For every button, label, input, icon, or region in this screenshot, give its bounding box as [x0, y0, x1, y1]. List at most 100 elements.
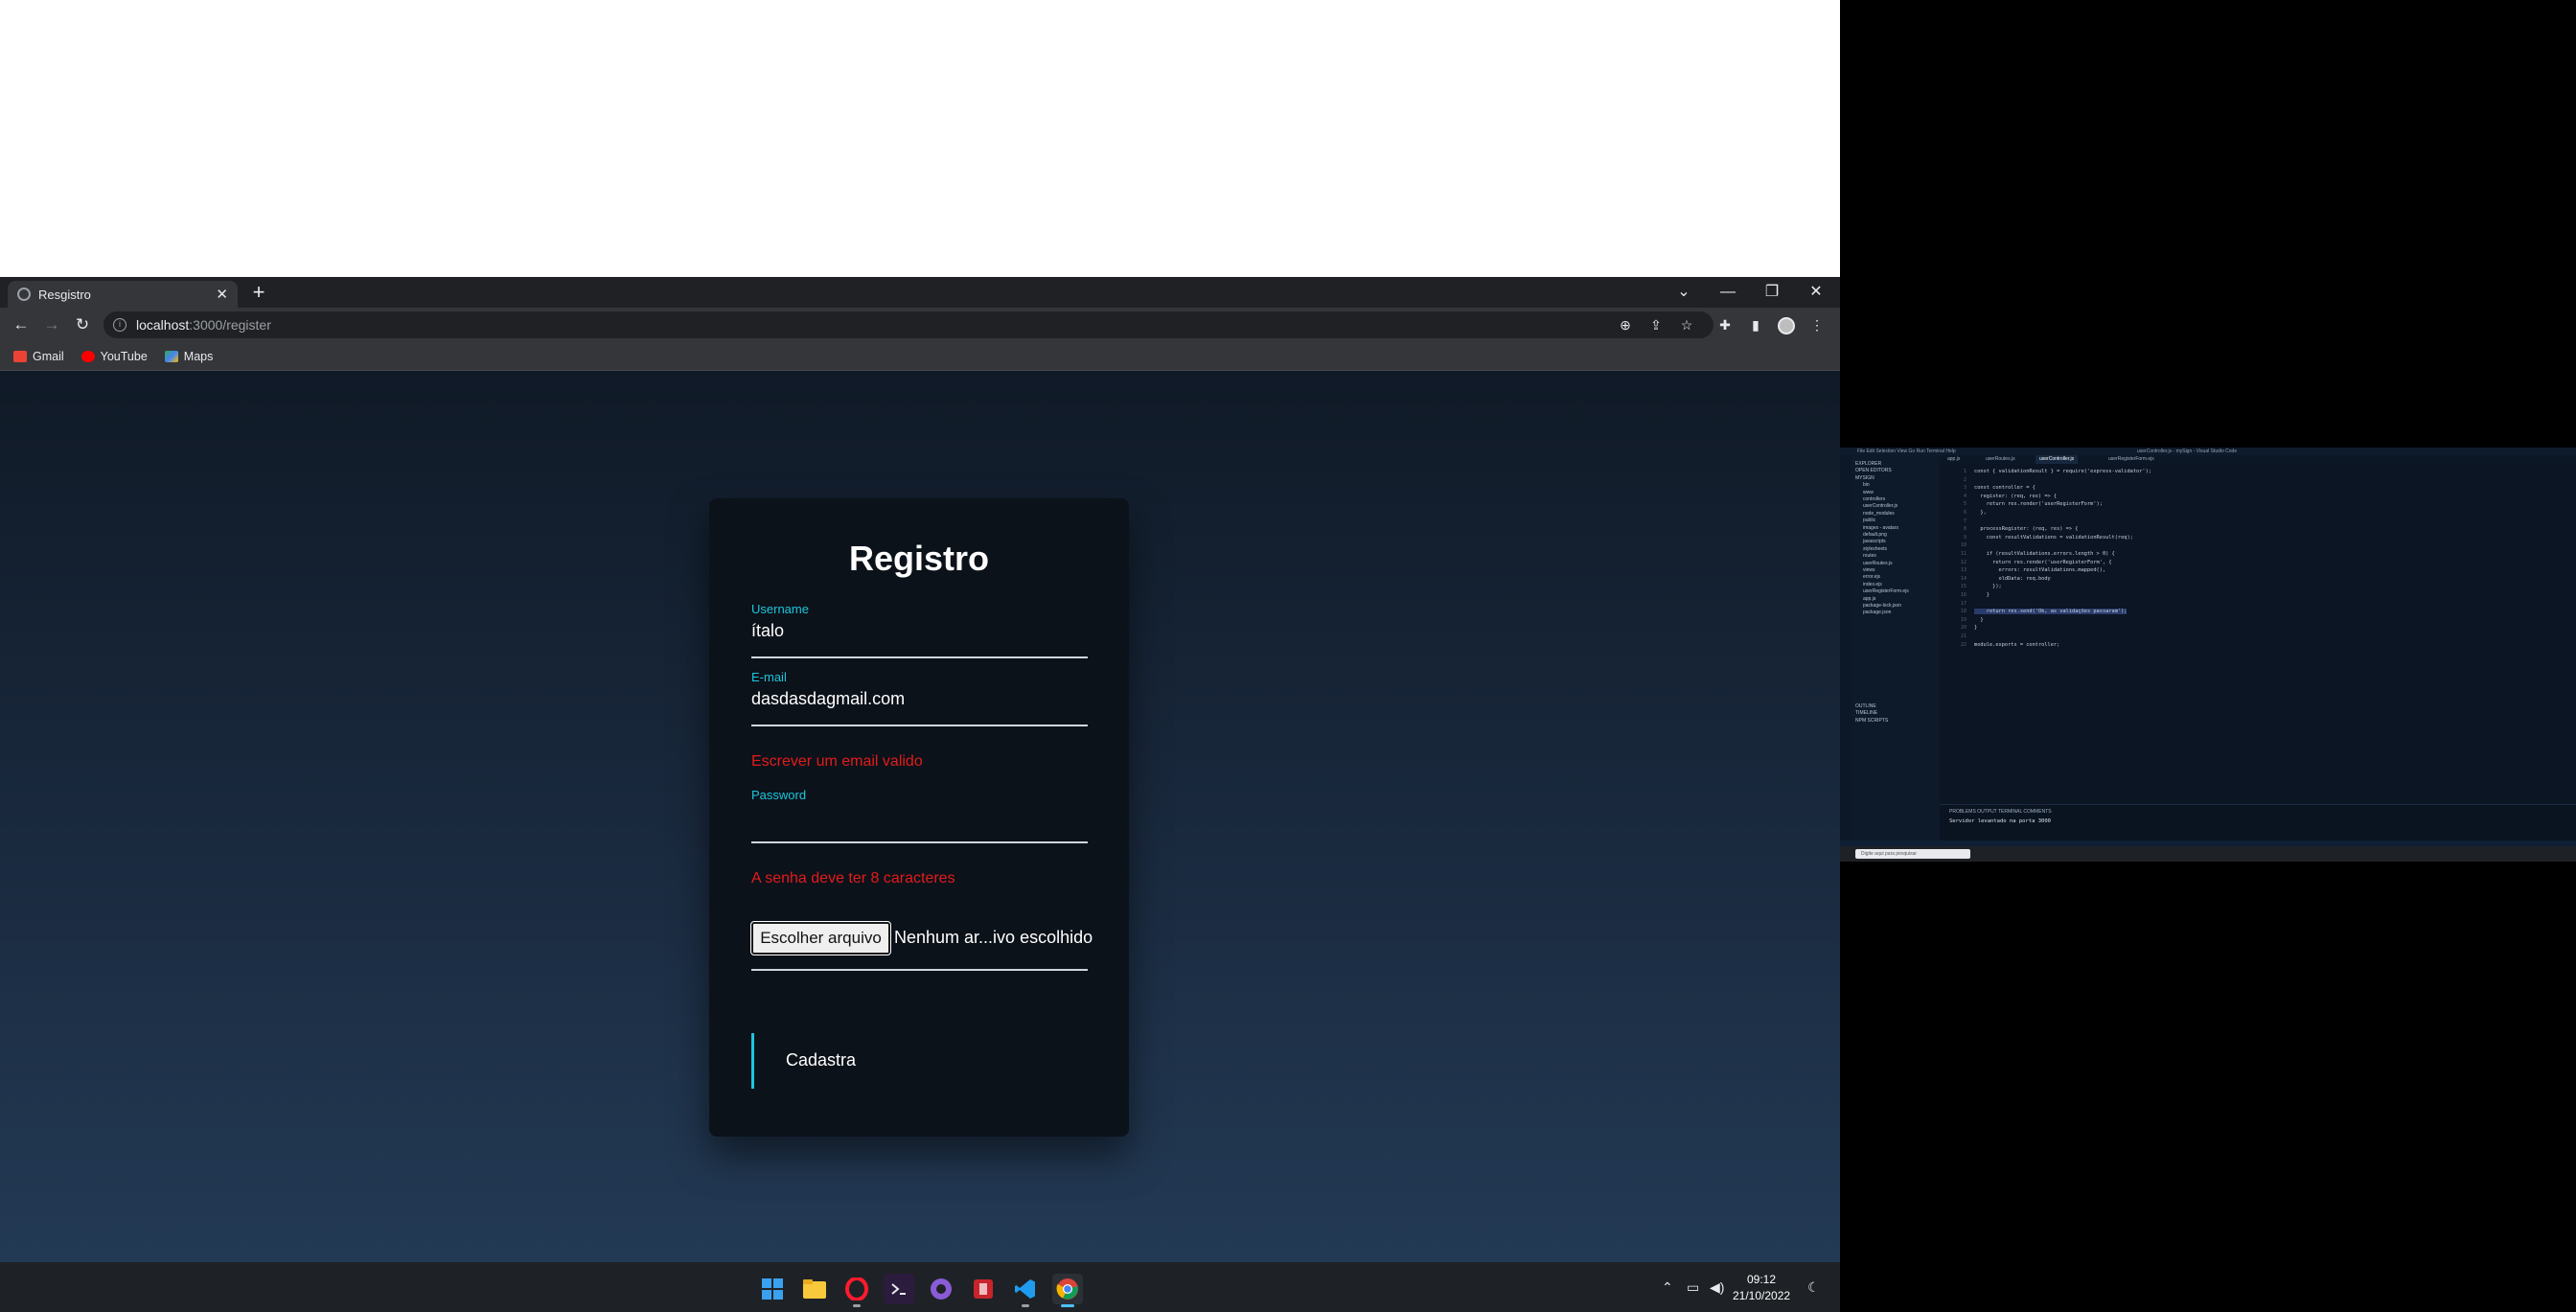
- code-line: return res.render('userRegisterForm', {: [1974, 559, 2112, 565]
- line-number: 6: [1963, 510, 1966, 516]
- line-number: 9: [1963, 534, 1966, 541]
- secondary-taskbar: Digite aqui para pesquisar: [1840, 846, 2576, 862]
- password-error: A senha deve ter 8 caracteres: [751, 870, 955, 886]
- choose-file-button[interactable]: Escolher arquivo: [750, 921, 891, 955]
- youtube-icon: [80, 350, 95, 362]
- line-number: 8: [1963, 526, 1966, 533]
- line-number: 7: [1963, 518, 1966, 524]
- vscode-editor[interactable]: 1 const { validationResult } = require('e…: [1840, 448, 2576, 840]
- url-host: localhost: [136, 317, 190, 333]
- email-label: E-mail: [751, 670, 787, 684]
- code-line: const { validationResult } = require('ex…: [1974, 469, 2151, 474]
- username-label: Username: [751, 602, 809, 616]
- restore-button[interactable]: ❐: [1750, 279, 1794, 306]
- tray-overflow-icon[interactable]: ⌃: [1662, 1279, 1673, 1296]
- code-line: register: (req, res) => {: [1974, 493, 2058, 499]
- clock-date: 21/10/2022: [1733, 1289, 1791, 1302]
- password-underline: [751, 841, 1088, 843]
- code-line: oldData: req.body: [1974, 575, 2051, 582]
- code-line: const resultValidations = validationResu…: [1974, 534, 2133, 541]
- email-underline: [751, 725, 1088, 726]
- line-number: 21: [1960, 633, 1966, 639]
- bookmark-youtube[interactable]: YouTube: [80, 349, 148, 363]
- tab-title: Resgistro: [38, 287, 91, 302]
- code-line: return res.render('userRegisterForm');: [1974, 501, 2103, 508]
- email-input[interactable]: dasdasdagmail.com: [751, 689, 905, 709]
- extensions-icon[interactable]: ✚: [1715, 315, 1735, 334]
- side-panel-icon[interactable]: ▮: [1746, 315, 1765, 334]
- submit-button[interactable]: Cadastra: [786, 1050, 856, 1070]
- bookmark-label: Maps: [183, 349, 214, 363]
- opera-icon[interactable]: [841, 1274, 872, 1307]
- password-label: Password: [751, 788, 807, 802]
- red-app-icon[interactable]: [968, 1274, 999, 1304]
- line-number: 5: [1963, 501, 1966, 508]
- github-desktop-icon[interactable]: [926, 1274, 956, 1304]
- notifications-icon[interactable]: ☾: [1807, 1279, 1820, 1296]
- share-icon[interactable]: ⇪: [1646, 315, 1666, 334]
- line-number: 12: [1960, 559, 1966, 565]
- file-explorer-icon[interactable]: [799, 1274, 830, 1304]
- vscode-icon[interactable]: [1010, 1274, 1041, 1307]
- line-number: 1: [1963, 469, 1966, 474]
- back-button[interactable]: ←: [10, 313, 33, 336]
- tab-search-icon[interactable]: ⌄: [1662, 279, 1706, 306]
- bookmark-maps[interactable]: Maps: [164, 349, 214, 363]
- line-number: 15: [1960, 584, 1966, 590]
- zoom-icon[interactable]: ⊕: [1616, 315, 1635, 334]
- terminal-output: Servidor levantado na porta 3000: [1949, 818, 2051, 824]
- bookmark-star-icon[interactable]: ☆: [1677, 315, 1696, 334]
- bookmark-label: Gmail: [33, 349, 64, 363]
- windows-start-icon[interactable]: [757, 1274, 788, 1304]
- bookmark-label: YouTube: [100, 349, 148, 363]
- clock[interactable]: 09:12 21/10/2022: [1733, 1272, 1790, 1304]
- reload-button[interactable]: ↻: [71, 313, 94, 336]
- gmail-icon: [13, 350, 27, 362]
- chrome-icon[interactable]: [1052, 1274, 1083, 1307]
- line-number: 18: [1960, 609, 1966, 615]
- code-line: const controller = {: [1974, 485, 2036, 492]
- address-bar[interactable]: i localhost:3000/register: [104, 311, 1714, 338]
- tab-register[interactable]: Resgistro ✕: [8, 281, 238, 308]
- line-number: 17: [1960, 600, 1966, 607]
- maps-icon: [164, 350, 178, 362]
- code-line: processRegister: (req, res) => {: [1974, 526, 2079, 533]
- vscode-window: File Edit Selection View Go Run Terminal…: [1840, 448, 2576, 862]
- close-tab-icon[interactable]: ✕: [216, 286, 228, 303]
- volume-icon[interactable]: ◀): [1710, 1279, 1724, 1296]
- line-number: 20: [1960, 625, 1966, 632]
- network-icon[interactable]: ▭: [1687, 1279, 1699, 1296]
- file-underline: [751, 969, 1088, 971]
- site-info-icon[interactable]: i: [113, 318, 126, 332]
- code-line: return res.send('Ok, as validações passa…: [1974, 609, 2128, 615]
- username-underline: [751, 656, 1088, 658]
- code-line: }: [1974, 592, 1990, 598]
- forward-button[interactable]: →: [40, 313, 63, 336]
- code-line: errors: resultValidations.mapped(),: [1974, 567, 2106, 574]
- line-number: 13: [1960, 567, 1966, 574]
- bookmark-gmail[interactable]: Gmail: [13, 350, 64, 363]
- taskbar: ⌃ ▭ ◀) 09:12 21/10/2022 ☾: [0, 1266, 1840, 1312]
- panel-tabs[interactable]: PROBLEMS OUTPUT TERMINAL COMMENTS: [1949, 809, 2052, 815]
- terminal-icon[interactable]: [884, 1274, 914, 1304]
- line-number: 10: [1960, 542, 1966, 549]
- new-tab-button[interactable]: +: [247, 281, 270, 304]
- submit-accent: [751, 1033, 754, 1089]
- line-number: 22: [1960, 641, 1966, 648]
- minimize-button[interactable]: —: [1706, 279, 1750, 306]
- code-line: }: [1974, 625, 1978, 632]
- username-input[interactable]: ítalo: [751, 621, 784, 641]
- line-number: 11: [1960, 551, 1966, 557]
- profile-avatar[interactable]: [1778, 317, 1795, 334]
- file-status: Nenhum ar...ivo escolhido: [894, 928, 1093, 947]
- close-window-button[interactable]: ✕: [1794, 279, 1838, 306]
- taskbar-search-input[interactable]: Digite aqui para pesquisar: [1855, 849, 1970, 859]
- password-input[interactable]: [751, 805, 1088, 840]
- globe-icon: [17, 288, 31, 301]
- line-number: 3: [1963, 485, 1966, 492]
- line-number: 14: [1960, 575, 1966, 582]
- menu-icon[interactable]: ⋮: [1807, 315, 1827, 334]
- code-line: module.exports = controller;: [1974, 641, 2060, 648]
- url-path: :3000/register: [189, 317, 271, 333]
- line-number: 19: [1960, 616, 1966, 623]
